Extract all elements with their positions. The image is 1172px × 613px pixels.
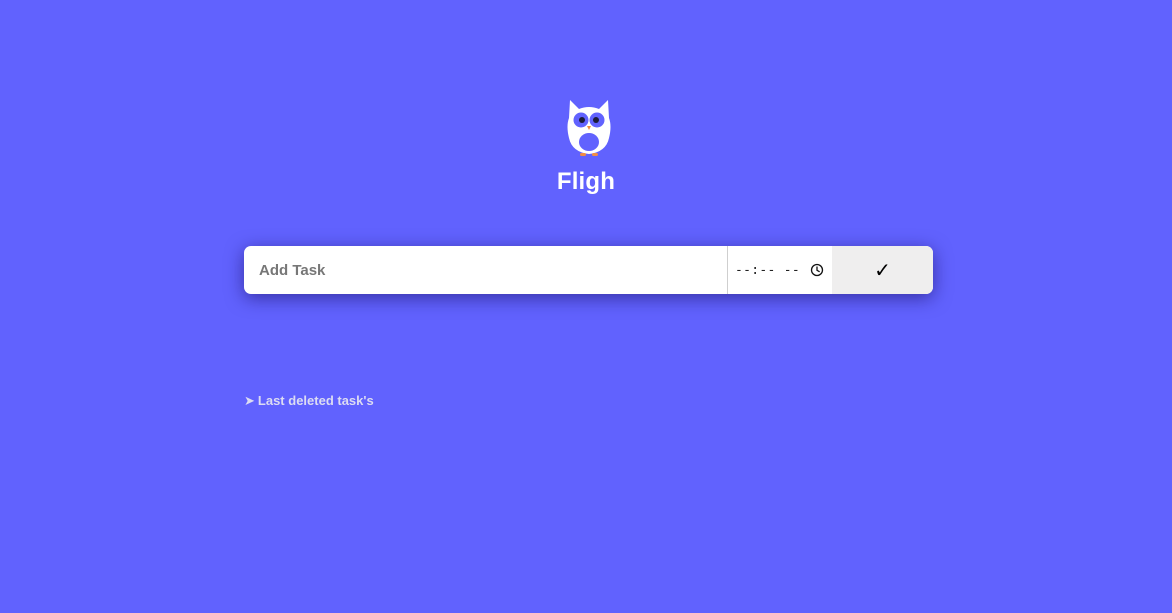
time-value: --:-- -- bbox=[735, 262, 801, 278]
last-deleted-tasks-label: Last deleted task's bbox=[257, 393, 374, 408]
add-task-form: --:-- -- ✓ bbox=[244, 246, 933, 294]
app-title: Fligh bbox=[556, 168, 616, 195]
time-input[interactable]: --:-- -- bbox=[727, 246, 832, 294]
submit-task-button[interactable]: ✓ bbox=[832, 246, 933, 294]
owl-logo-icon bbox=[566, 98, 612, 158]
last-deleted-tasks-toggle[interactable]: ➤ Last deleted task's bbox=[244, 392, 374, 411]
task-input[interactable] bbox=[244, 246, 727, 294]
clock-icon[interactable] bbox=[810, 263, 824, 277]
arrow-right-icon: ➤ bbox=[244, 394, 255, 409]
